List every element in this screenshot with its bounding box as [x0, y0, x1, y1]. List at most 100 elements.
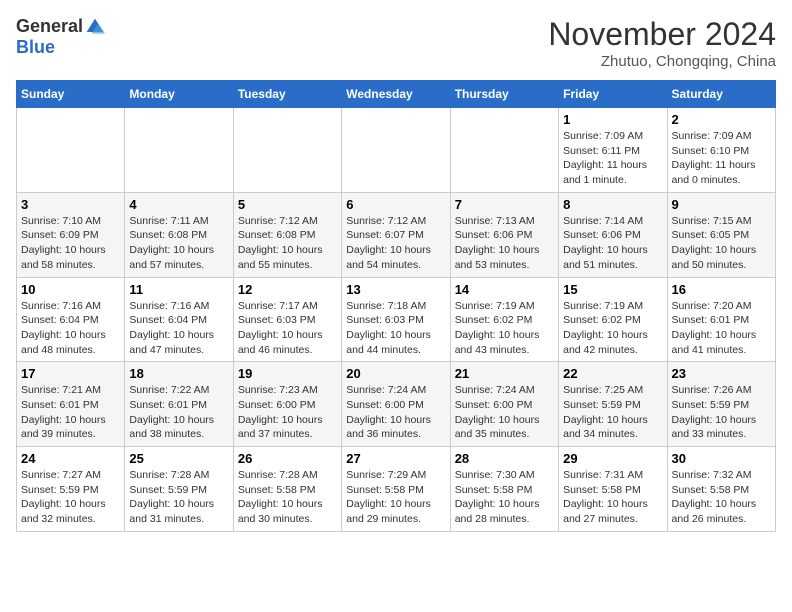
day-info: Sunrise: 7:32 AM Sunset: 5:58 PM Dayligh…: [672, 468, 771, 527]
day-info: Sunrise: 7:26 AM Sunset: 5:59 PM Dayligh…: [672, 383, 771, 442]
day-number: 17: [21, 366, 120, 381]
calendar-cell: 29 Sunrise: 7:31 AM Sunset: 5:58 PM Dayli…: [559, 447, 667, 532]
day-number: 7: [455, 197, 554, 212]
day-info: Sunrise: 7:24 AM Sunset: 6:00 PM Dayligh…: [346, 383, 445, 442]
day-info: Sunrise: 7:31 AM Sunset: 5:58 PM Dayligh…: [563, 468, 662, 527]
day-number: 19: [238, 366, 337, 381]
day-number: 22: [563, 366, 662, 381]
day-info: Sunrise: 7:12 AM Sunset: 6:07 PM Dayligh…: [346, 214, 445, 273]
logo: General Blue: [16, 16, 105, 58]
calendar-cell: 6 Sunrise: 7:12 AM Sunset: 6:07 PM Daylig…: [342, 192, 450, 277]
day-info: Sunrise: 7:29 AM Sunset: 5:58 PM Dayligh…: [346, 468, 445, 527]
calendar-cell: [17, 108, 125, 193]
day-number: 4: [129, 197, 228, 212]
day-number: 12: [238, 282, 337, 297]
week-row: 17Sunrise: 7:21 AM Sunset: 6:01 PM Dayli…: [17, 362, 776, 447]
day-info: Sunrise: 7:15 AM Sunset: 6:05 PM Dayligh…: [672, 214, 771, 273]
day-number: 5: [238, 197, 337, 212]
day-number: 18: [129, 366, 228, 381]
day-number: 28: [455, 451, 554, 466]
day-number: 13: [346, 282, 445, 297]
day-number: 8: [563, 197, 662, 212]
calendar-table: SundayMondayTuesdayWednesdayThursdayFrid…: [16, 80, 776, 532]
calendar-cell: 12 Sunrise: 7:17 AM Sunset: 6:03 PM Dayli…: [233, 277, 341, 362]
day-info: Sunrise: 7:10 AM Sunset: 6:09 PM Dayligh…: [21, 214, 120, 273]
calendar-cell: [125, 108, 233, 193]
day-info: Sunrise: 7:14 AM Sunset: 6:06 PM Dayligh…: [563, 214, 662, 273]
calendar-cell: [450, 108, 558, 193]
day-info: Sunrise: 7:27 AM Sunset: 5:59 PM Dayligh…: [21, 468, 120, 527]
header-row: SundayMondayTuesdayWednesdayThursdayFrid…: [17, 81, 776, 108]
day-info: Sunrise: 7:18 AM Sunset: 6:03 PM Dayligh…: [346, 299, 445, 358]
day-header-monday: Monday: [125, 81, 233, 108]
day-info: Sunrise: 7:28 AM Sunset: 5:58 PM Dayligh…: [238, 468, 337, 527]
calendar-cell: 27 Sunrise: 7:29 AM Sunset: 5:58 PM Dayli…: [342, 447, 450, 532]
calendar-cell: 19 Sunrise: 7:23 AM Sunset: 6:00 PM Dayli…: [233, 362, 341, 447]
day-number: 30: [672, 451, 771, 466]
day-header-sunday: Sunday: [17, 81, 125, 108]
day-number: 10: [21, 282, 120, 297]
day-info: Sunrise: 7:22 AM Sunset: 6:01 PM Dayligh…: [129, 383, 228, 442]
calendar-cell: 8 Sunrise: 7:14 AM Sunset: 6:06 PM Daylig…: [559, 192, 667, 277]
day-number: 6: [346, 197, 445, 212]
day-number: 23: [672, 366, 771, 381]
calendar-cell: 28 Sunrise: 7:30 AM Sunset: 5:58 PM Dayli…: [450, 447, 558, 532]
title-section: November 2024 Zhutuo, Chongqing, China: [548, 16, 776, 70]
logo-general-text: General: [16, 16, 83, 37]
day-number: 15: [563, 282, 662, 297]
calendar-cell: 7 Sunrise: 7:13 AM Sunset: 6:06 PM Daylig…: [450, 192, 558, 277]
day-number: 3: [21, 197, 120, 212]
logo-icon: [85, 17, 105, 37]
month-title: November 2024: [548, 16, 776, 53]
day-info: Sunrise: 7:19 AM Sunset: 6:02 PM Dayligh…: [455, 299, 554, 358]
calendar-cell: 23 Sunrise: 7:26 AM Sunset: 5:59 PM Dayli…: [667, 362, 775, 447]
day-info: Sunrise: 7:09 AM Sunset: 6:11 PM Dayligh…: [563, 129, 662, 188]
week-row: 10Sunrise: 7:16 AM Sunset: 6:04 PM Dayli…: [17, 277, 776, 362]
calendar-cell: [233, 108, 341, 193]
calendar-cell: 4Sunrise: 7:11 AM Sunset: 6:08 PM Daylig…: [125, 192, 233, 277]
day-info: Sunrise: 7:25 AM Sunset: 5:59 PM Dayligh…: [563, 383, 662, 442]
calendar-cell: 13 Sunrise: 7:18 AM Sunset: 6:03 PM Dayli…: [342, 277, 450, 362]
calendar-body: 1 Sunrise: 7:09 AM Sunset: 6:11 PM Daylig…: [17, 108, 776, 532]
calendar-cell: 15 Sunrise: 7:19 AM Sunset: 6:02 PM Dayli…: [559, 277, 667, 362]
calendar-cell: 30 Sunrise: 7:32 AM Sunset: 5:58 PM Dayli…: [667, 447, 775, 532]
location: Zhutuo, Chongqing, China: [548, 53, 776, 70]
week-row: 1 Sunrise: 7:09 AM Sunset: 6:11 PM Daylig…: [17, 108, 776, 193]
calendar-cell: 17Sunrise: 7:21 AM Sunset: 6:01 PM Dayli…: [17, 362, 125, 447]
day-number: 2: [672, 112, 771, 127]
day-number: 27: [346, 451, 445, 466]
calendar-cell: 24 Sunrise: 7:27 AM Sunset: 5:59 PM Dayli…: [17, 447, 125, 532]
day-number: 14: [455, 282, 554, 297]
day-info: Sunrise: 7:28 AM Sunset: 5:59 PM Dayligh…: [129, 468, 228, 527]
day-header-saturday: Saturday: [667, 81, 775, 108]
calendar-cell: 18 Sunrise: 7:22 AM Sunset: 6:01 PM Dayli…: [125, 362, 233, 447]
day-number: 25: [129, 451, 228, 466]
day-info: Sunrise: 7:30 AM Sunset: 5:58 PM Dayligh…: [455, 468, 554, 527]
calendar-cell: 16Sunrise: 7:20 AM Sunset: 6:01 PM Dayli…: [667, 277, 775, 362]
calendar-cell: 25 Sunrise: 7:28 AM Sunset: 5:59 PM Dayli…: [125, 447, 233, 532]
day-number: 21: [455, 366, 554, 381]
week-row: 24 Sunrise: 7:27 AM Sunset: 5:59 PM Dayli…: [17, 447, 776, 532]
day-number: 24: [21, 451, 120, 466]
day-header-tuesday: Tuesday: [233, 81, 341, 108]
day-info: Sunrise: 7:13 AM Sunset: 6:06 PM Dayligh…: [455, 214, 554, 273]
calendar-cell: 21Sunrise: 7:24 AM Sunset: 6:00 PM Dayli…: [450, 362, 558, 447]
day-header-thursday: Thursday: [450, 81, 558, 108]
calendar-cell: 11Sunrise: 7:16 AM Sunset: 6:04 PM Dayli…: [125, 277, 233, 362]
calendar-cell: [342, 108, 450, 193]
calendar-cell: 3 Sunrise: 7:10 AM Sunset: 6:09 PM Daylig…: [17, 192, 125, 277]
calendar-cell: 22 Sunrise: 7:25 AM Sunset: 5:59 PM Dayli…: [559, 362, 667, 447]
calendar-cell: 1 Sunrise: 7:09 AM Sunset: 6:11 PM Daylig…: [559, 108, 667, 193]
day-info: Sunrise: 7:20 AM Sunset: 6:01 PM Dayligh…: [672, 299, 771, 358]
day-number: 26: [238, 451, 337, 466]
day-info: Sunrise: 7:23 AM Sunset: 6:00 PM Dayligh…: [238, 383, 337, 442]
day-info: Sunrise: 7:17 AM Sunset: 6:03 PM Dayligh…: [238, 299, 337, 358]
day-number: 1: [563, 112, 662, 127]
week-row: 3 Sunrise: 7:10 AM Sunset: 6:09 PM Daylig…: [17, 192, 776, 277]
day-header-wednesday: Wednesday: [342, 81, 450, 108]
calendar-cell: 10Sunrise: 7:16 AM Sunset: 6:04 PM Dayli…: [17, 277, 125, 362]
day-info: Sunrise: 7:19 AM Sunset: 6:02 PM Dayligh…: [563, 299, 662, 358]
day-number: 29: [563, 451, 662, 466]
calendar-cell: 20Sunrise: 7:24 AM Sunset: 6:00 PM Dayli…: [342, 362, 450, 447]
logo-blue-text: Blue: [16, 37, 55, 58]
